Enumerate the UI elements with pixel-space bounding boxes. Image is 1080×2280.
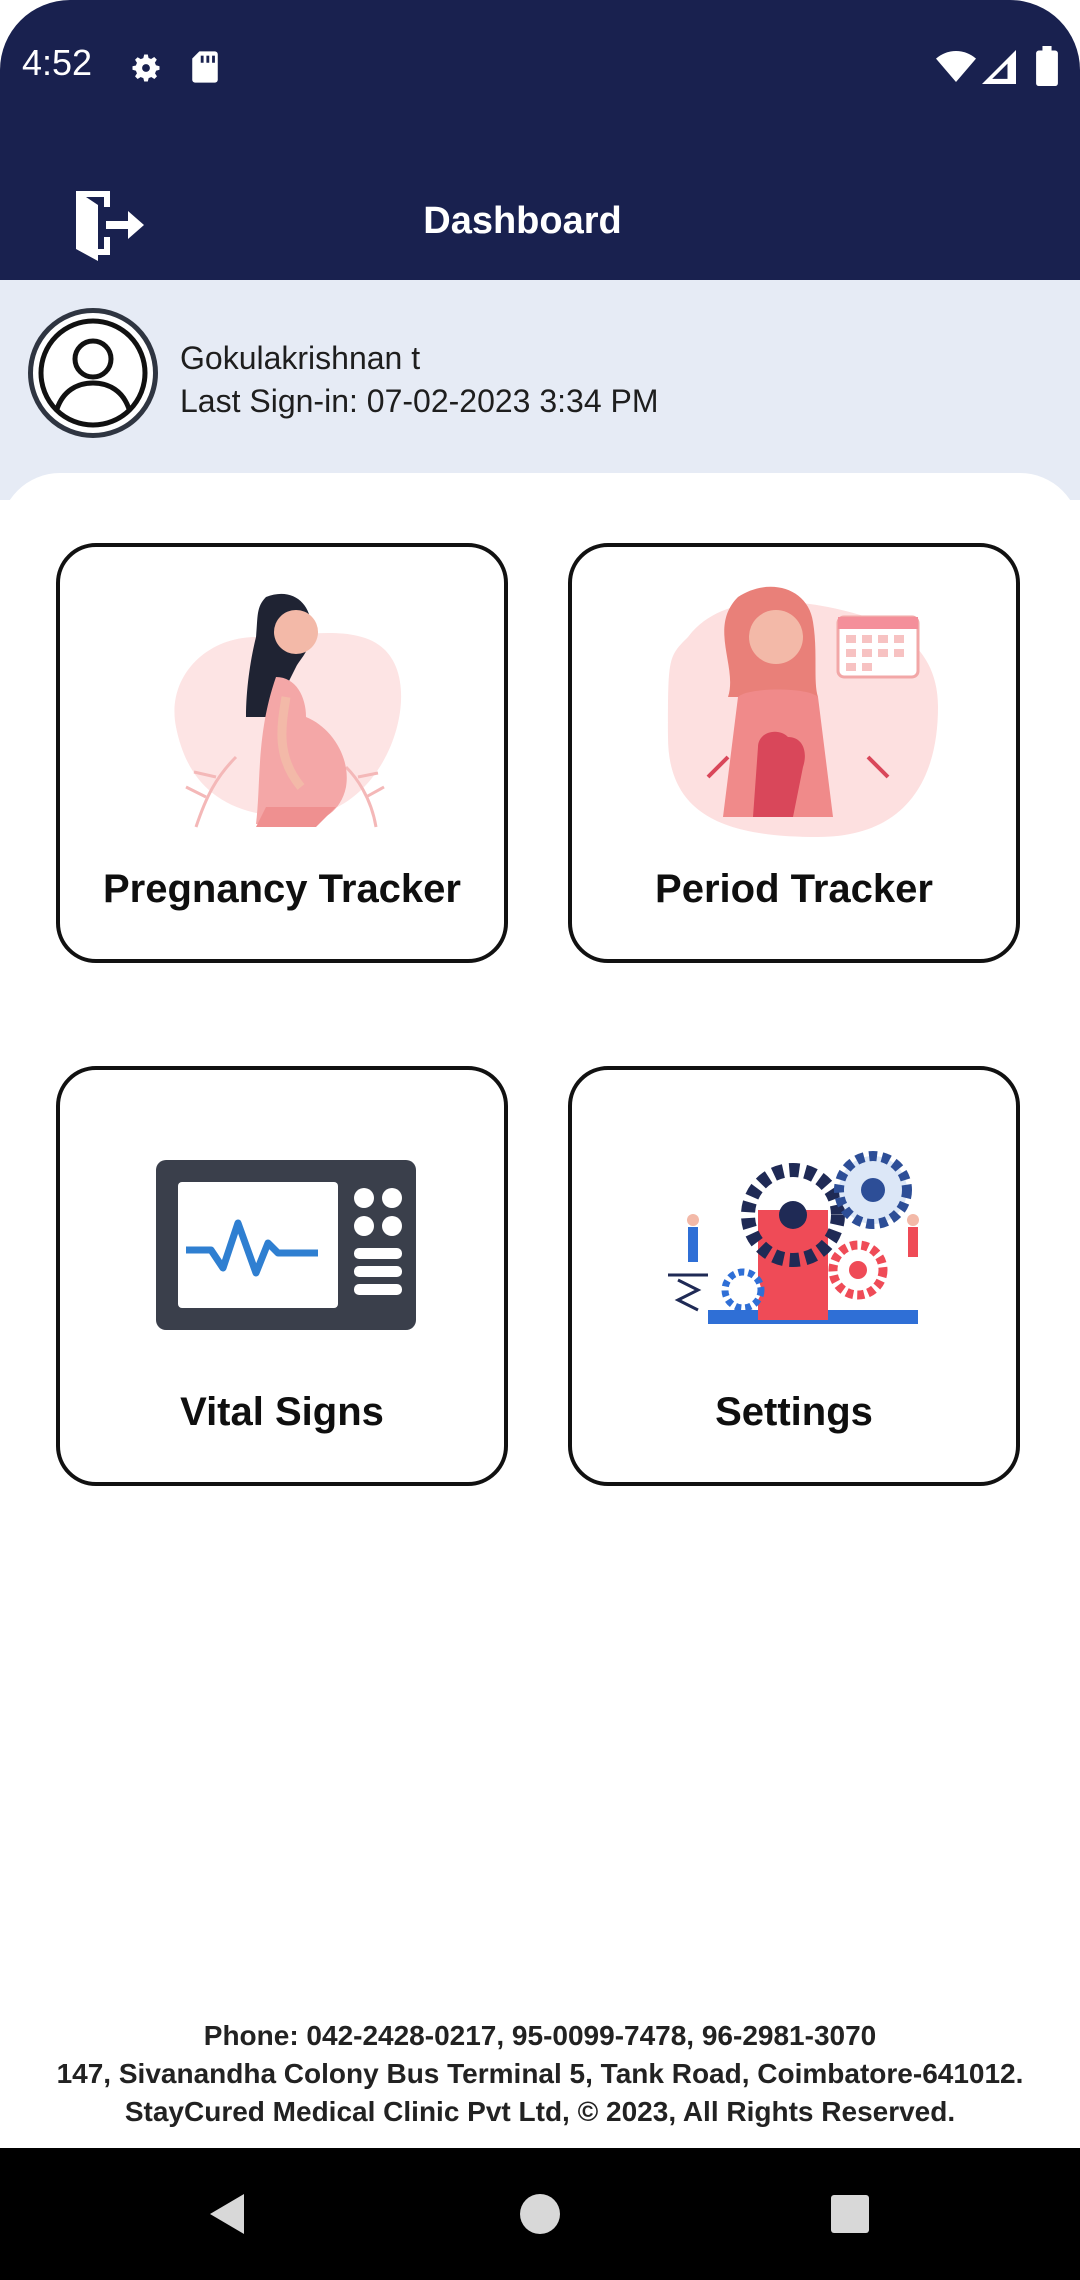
- status-bar: 4:52: [0, 0, 1080, 130]
- footer-phone: Phone: 042-2428-0217, 95-0099-7478, 96-2…: [203, 2020, 877, 2051]
- battery-icon: [1036, 46, 1058, 86]
- recents-icon[interactable]: [820, 2184, 880, 2244]
- footer-copyright: StayCured Medical Clinic Pvt Ltd, © 2023…: [124, 2096, 956, 2127]
- app-bar: Dashboard: [0, 130, 1080, 280]
- user-name: Gokulakrishnan t: [180, 340, 421, 376]
- settings-tile[interactable]: Settings: [568, 1066, 1020, 1486]
- pregnancy-tracker-tile[interactable]: Pregnancy Tracker: [56, 543, 508, 963]
- tile-label: Vital Signs: [180, 1390, 384, 1434]
- pregnant-woman-illustration: [174, 593, 402, 828]
- gears-illustration: [668, 1151, 919, 1324]
- avatar[interactable]: [28, 308, 158, 438]
- user-icon: [38, 318, 148, 428]
- period-illustration: [668, 586, 938, 837]
- home-icon[interactable]: [510, 2184, 570, 2244]
- vital-signs-tile[interactable]: Vital Signs: [56, 1066, 508, 1486]
- wifi-icon: [936, 51, 976, 82]
- footer-address: 147, Sivanandha Colony Bus Terminal 5, T…: [56, 2058, 1024, 2089]
- page-title: Dashboard: [423, 200, 622, 242]
- system-nav-bar: [0, 2148, 1080, 2280]
- gear-icon: [132, 54, 160, 82]
- period-tracker-tile[interactable]: Period Tracker: [568, 543, 1020, 963]
- signal-icon: [982, 50, 1016, 84]
- vital-monitor-icon: [156, 1160, 416, 1330]
- tile-label: Settings: [715, 1390, 873, 1434]
- dashboard-grid: Pregnancy Tracker Period Tracker Vital S…: [0, 473, 1080, 2148]
- sd-card-icon: [192, 51, 218, 83]
- status-time: 4:52: [22, 42, 93, 83]
- back-icon[interactable]: [196, 2184, 256, 2244]
- tile-label: Period Tracker: [655, 867, 933, 911]
- last-sign-in: Last Sign-in: 07-02-2023 3:34 PM: [180, 383, 659, 419]
- tile-label: Pregnancy Tracker: [103, 867, 461, 911]
- profile-section: Gokulakrishnan t Last Sign-in: 07-02-202…: [0, 280, 1080, 500]
